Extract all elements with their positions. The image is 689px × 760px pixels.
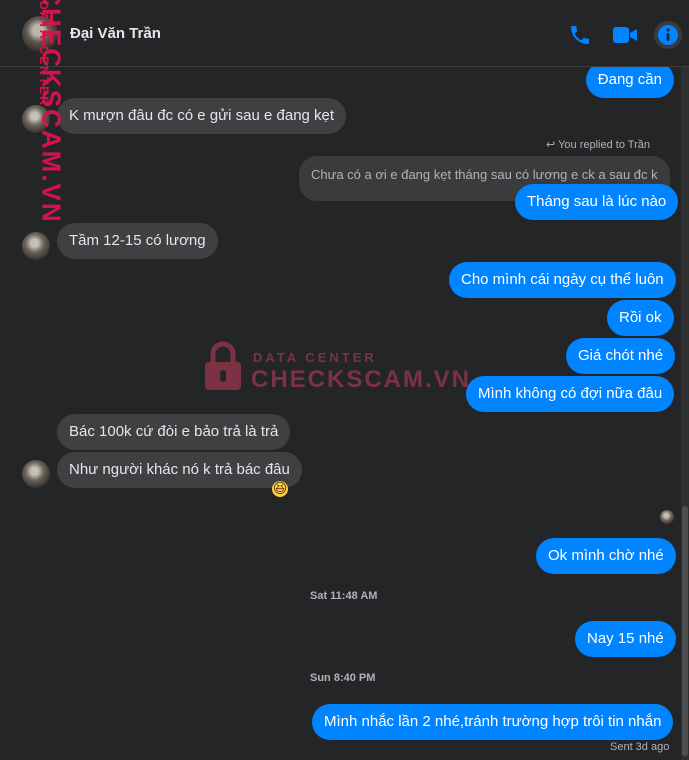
laughing-reaction-icon[interactable]: 😆 [272,481,288,497]
reply-arrow-icon: ↩ [546,139,559,151]
center-watermark-top: DATA CENTER [253,350,377,365]
contact-avatar-small[interactable] [22,460,50,488]
scrollbar[interactable] [681,66,689,760]
reply-note-text: You replied to Trần [558,139,651,151]
center-watermark-bottom: CHECKSCAM.VN [251,366,472,393]
center-watermark: DATA CENTER CHECKSCAM.VN [203,340,469,400]
outgoing-message[interactable]: Tháng sau là lúc nào [515,184,679,220]
outgoing-message[interactable]: Đang cần [585,62,674,98]
incoming-message[interactable]: Bác 100k cứ đòi e bảo trả là trả [57,414,291,450]
incoming-message[interactable]: Tầm 12-15 có lương [57,223,218,259]
timestamp: Sat 11:48 AM [310,590,378,602]
incoming-message[interactable]: K mượn đâu đc có e gửi sau e đang kẹt [57,98,347,134]
outgoing-message[interactable]: Rồi ok [607,300,674,336]
seen-indicator-avatar [660,510,674,524]
info-button[interactable] [654,21,682,49]
outgoing-message[interactable]: Mình nhắc lần 2 nhé,tránh trường hợp trô… [312,704,674,740]
timestamp: Sun 8:40 PM [310,672,376,684]
scrollbar-thumb[interactable] [682,506,688,756]
lock-icon [205,341,241,390]
reply-note: ↩ You replied to Trần [546,138,650,151]
video-camera-icon[interactable] [612,22,638,48]
contact-avatar-small[interactable] [22,232,50,260]
message-status: Sent 3d ago [610,741,670,753]
phone-icon[interactable] [567,22,593,48]
outgoing-message[interactable]: Giá chót nhé [566,338,676,374]
message-list[interactable]: Đang cần K mượn đâu đc có e gửi sau e đa… [0,62,680,760]
side-watermark-subtext: DATA CENTER [36,1,51,107]
info-icon [658,25,678,45]
outgoing-message[interactable]: Ok mình chờ nhé [536,538,676,574]
incoming-message[interactable]: Như người khác nó k trả bác đâu [57,452,302,488]
outgoing-message[interactable]: Cho mình cái ngày cụ thể luôn [449,262,676,298]
conversation-header: Đại Văn Trần [0,0,689,67]
outgoing-message[interactable]: Nay 15 nhé [575,621,676,657]
contact-name[interactable]: Đại Văn Trần [70,25,161,42]
outgoing-message[interactable]: Mình không có đợi nữa đâu [466,376,675,412]
side-watermark: CHECKSCAM.VN DATA CENTER [3,0,67,224]
